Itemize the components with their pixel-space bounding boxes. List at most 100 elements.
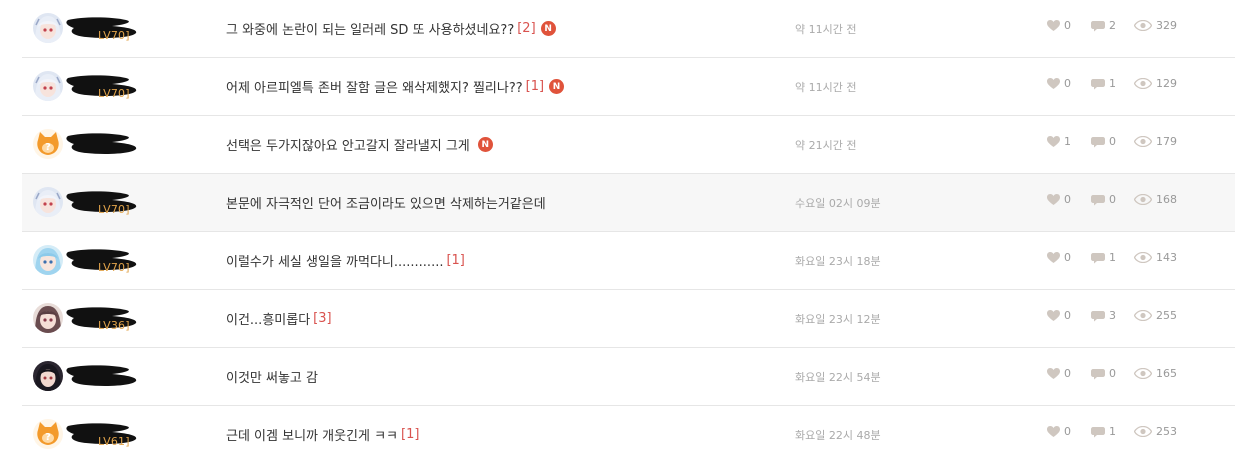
heart-icon (1047, 251, 1060, 263)
redacted-nickname (64, 130, 154, 158)
post-title-text[interactable]: 이럴수가 세실 생일을 까먹다니............ (226, 251, 443, 270)
view-stat: 168 (1134, 193, 1177, 206)
heart-icon (1047, 77, 1060, 89)
avatar[interactable] (33, 71, 63, 101)
heart-icon (1047, 135, 1060, 147)
comment-stat: 2 (1091, 19, 1116, 32)
view-stat: 253 (1134, 425, 1177, 438)
post-title-text[interactable]: 이것만 써놓고 감 (226, 367, 318, 386)
post-time: 약 11시간 전 (795, 23, 857, 36)
view-stat: 143 (1134, 251, 1177, 264)
post-title-text[interactable]: 이건...흥미롭다 (226, 309, 310, 328)
avatar[interactable] (33, 303, 63, 333)
list-item[interactable]: LV70] 어제 아르피엘특 존버 잘함 글은 왜삭제했지? 찔리나?? [1]… (22, 58, 1235, 116)
speech-bubble-icon (1091, 310, 1105, 321)
speech-bubble-icon (1091, 78, 1105, 89)
post-time: 수요일 02시 09분 (795, 197, 881, 210)
list-item[interactable]: 이것만 써놓고 감 화요일 22시 54분 0 0 165 (22, 348, 1235, 406)
post-title-link[interactable]: 이것만 써놓고 감 (226, 367, 321, 386)
avatar[interactable] (33, 361, 63, 391)
list-item[interactable]: LV36] 이건...흥미롭다 [3] 화요일 23시 12분 0 3 255 (22, 290, 1235, 348)
svg-text:?: ? (45, 142, 51, 153)
svg-text:?: ? (45, 432, 51, 443)
post-title-link[interactable]: 본문에 자극적인 단어 조금이라도 있으면 삭제하는거같은데 (226, 193, 549, 212)
user-level: LV70] (98, 87, 130, 100)
post-title-link[interactable]: 이건...흥미롭다 [3] (226, 309, 332, 328)
speech-bubble-icon (1091, 194, 1105, 205)
list-item[interactable]: ? 선택은 두가지잖아요 안고갈지 잘라낼지 그게 N 약 21시간 전 1 0 (22, 116, 1235, 174)
heart-icon (1047, 193, 1060, 205)
comment-count-badge[interactable]: [3] (313, 311, 331, 326)
like-stat: 0 (1047, 367, 1071, 380)
eye-icon (1134, 78, 1152, 89)
comment-stat: 0 (1091, 193, 1116, 206)
comment-stat: 3 (1091, 309, 1116, 322)
view-stat: 329 (1134, 19, 1177, 32)
like-stat: 1 (1047, 135, 1071, 148)
eye-icon (1134, 136, 1152, 147)
post-title-link[interactable]: 이럴수가 세실 생일을 까먹다니............ [1] (226, 251, 465, 270)
post-time: 약 11시간 전 (795, 81, 857, 94)
comment-stat: 1 (1091, 77, 1116, 90)
new-badge: N (549, 79, 565, 94)
anime-girl-avatar-icon (33, 361, 63, 391)
like-stat: 0 (1047, 251, 1071, 264)
comment-stat: 1 (1091, 425, 1116, 438)
post-title-text[interactable]: 근데 이겜 보니까 개웃긴게 ㅋㅋ (226, 425, 398, 444)
post-list: LV70] 그 와중에 논란이 되는 일러레 SD 또 사용하셨네요?? [2]… (22, 0, 1235, 463)
orange-cat-question-icon: ? (33, 129, 63, 159)
new-badge: N (477, 137, 493, 152)
list-item[interactable]: LV70] 이럴수가 세실 생일을 까먹다니............ [1] 화… (22, 232, 1235, 290)
comment-count-badge[interactable]: [1] (526, 79, 544, 94)
list-item[interactable]: ? LV61] 근데 이겜 보니까 개웃긴게 ㅋㅋ [1] 화요일 22시 48… (22, 406, 1235, 463)
post-title-text[interactable]: 선택은 두가지잖아요 안고갈지 잘라낼지 그게 (226, 135, 470, 154)
view-stat: 165 (1134, 367, 1177, 380)
comment-count-badge[interactable]: [1] (401, 427, 419, 442)
like-stat: 0 (1047, 77, 1071, 90)
heart-icon (1047, 19, 1060, 31)
speech-bubble-icon (1091, 136, 1105, 147)
post-time: 화요일 22시 54분 (795, 371, 881, 384)
post-title-text[interactable]: 어제 아르피엘특 존버 잘함 글은 왜삭제했지? 찔리나?? (226, 77, 523, 96)
post-title-link[interactable]: 어제 아르피엘특 존버 잘함 글은 왜삭제했지? 찔리나?? [1] N (226, 77, 565, 96)
post-title-link[interactable]: 근데 이겜 보니까 개웃긴게 ㅋㅋ [1] (226, 425, 419, 444)
speech-bubble-icon (1091, 252, 1105, 263)
list-item[interactable]: LV70] 본문에 자극적인 단어 조금이라도 있으면 삭제하는거같은데 수요일… (22, 174, 1235, 232)
avatar[interactable] (33, 245, 63, 275)
anime-girl-avatar-icon (33, 303, 63, 333)
avatar[interactable]: ? (33, 129, 63, 159)
post-title-text[interactable]: 본문에 자극적인 단어 조금이라도 있으면 삭제하는거같은데 (226, 193, 546, 212)
user-level: LV61] (98, 435, 130, 448)
orange-cat-question-icon: ? (33, 419, 63, 449)
like-stat: 0 (1047, 193, 1071, 206)
heart-icon (1047, 425, 1060, 437)
eye-icon (1134, 194, 1152, 205)
post-title-text[interactable]: 그 와중에 논란이 되는 일러레 SD 또 사용하셨네요?? (226, 19, 514, 38)
avatar[interactable]: ? (33, 419, 63, 449)
post-time: 화요일 22시 48분 (795, 429, 881, 442)
new-badge: N (540, 21, 556, 36)
comment-count-badge[interactable]: [2] (517, 21, 535, 36)
post-time: 화요일 23시 18분 (795, 255, 881, 268)
comment-count-badge[interactable]: [1] (446, 253, 464, 268)
like-stat: 0 (1047, 425, 1071, 438)
avatar[interactable] (33, 13, 63, 43)
anime-girl-avatar-icon (33, 13, 63, 43)
heart-icon (1047, 367, 1060, 379)
view-stat: 129 (1134, 77, 1177, 90)
like-stat: 0 (1047, 309, 1071, 322)
comment-stat: 1 (1091, 251, 1116, 264)
eye-icon (1134, 252, 1152, 263)
avatar[interactable] (33, 187, 63, 217)
speech-bubble-icon (1091, 20, 1105, 31)
list-item[interactable]: LV70] 그 와중에 논란이 되는 일러레 SD 또 사용하셨네요?? [2]… (22, 0, 1235, 58)
post-title-link[interactable]: 그 와중에 논란이 되는 일러레 SD 또 사용하셨네요?? [2] N (226, 19, 556, 38)
comment-stat: 0 (1091, 135, 1116, 148)
user-level: LV70] (98, 29, 130, 42)
post-title-link[interactable]: 선택은 두가지잖아요 안고갈지 잘라낼지 그게 N (226, 135, 493, 154)
anime-girl-avatar-icon (33, 187, 63, 217)
view-stat: 255 (1134, 309, 1177, 322)
redacted-nickname (64, 362, 154, 390)
heart-icon (1047, 309, 1060, 321)
anime-girl-avatar-icon (33, 71, 63, 101)
